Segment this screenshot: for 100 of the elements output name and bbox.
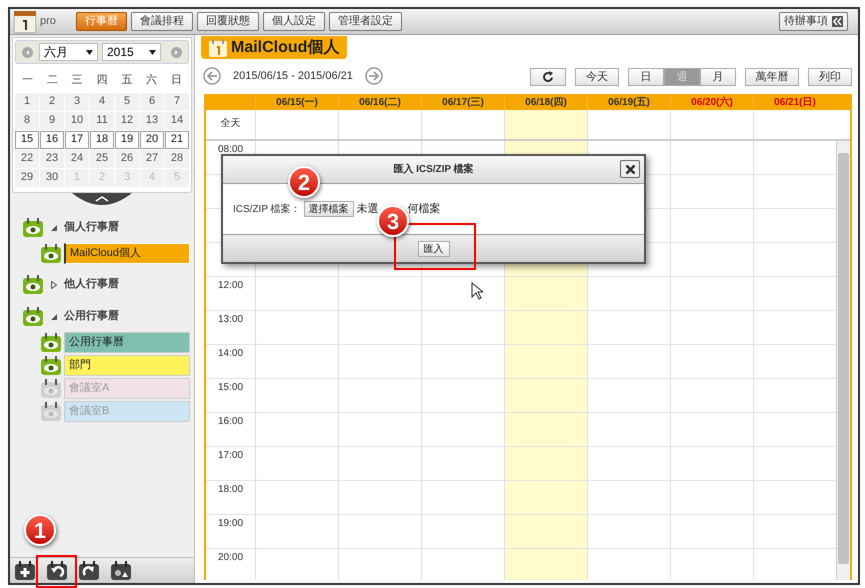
nav-tab[interactable]: 會議排程: [130, 12, 193, 31]
dropdown-caret-icon: [86, 50, 93, 54]
calendar-day[interactable]: 5: [115, 92, 139, 110]
calendar-day[interactable]: 25: [90, 150, 114, 168]
time-label: 20:00: [218, 551, 244, 565]
logo-text: pro: [40, 14, 56, 30]
calendar-day[interactable]: 11: [90, 112, 114, 130]
weekday-label: 二: [46, 73, 59, 88]
view-tab[interactable]: 月: [700, 68, 736, 86]
calendar-day[interactable]: 13: [140, 112, 164, 130]
export-calendar-icon[interactable]: [78, 560, 100, 580]
time-label: 15:00: [218, 381, 244, 395]
calendar-day[interactable]: 1: [15, 92, 39, 110]
calendar-day[interactable]: 27: [140, 150, 164, 168]
calendar-item[interactable]: 公用行事曆: [64, 332, 190, 353]
logo-icon: [14, 10, 36, 32]
nav-tab[interactable]: 回覆狀態: [196, 12, 259, 31]
calendar-day[interactable]: 20: [140, 130, 164, 148]
calendar-day[interactable]: 9: [40, 112, 64, 130]
scrollbar-thumb[interactable]: [838, 153, 849, 564]
share-calendar-icon[interactable]: [110, 560, 132, 580]
time-label: 14:00: [218, 347, 244, 361]
calendar-day[interactable]: 17: [65, 130, 89, 148]
time-label: 18:00: [218, 483, 244, 497]
dialog-title: 匯入 ICS/ZIP 檔案: [393, 162, 474, 177]
weekday-label: 四: [95, 73, 108, 88]
calendar-day[interactable]: 15: [15, 130, 39, 148]
next-week-icon[interactable]: [364, 67, 383, 85]
weekday-label: 日: [170, 73, 184, 88]
calendar-day[interactable]: 10: [65, 112, 89, 130]
calendar-day[interactable]: 22: [15, 150, 39, 168]
calendar-icon[interactable]: [40, 378, 62, 398]
calendar-day[interactable]: 8: [15, 112, 39, 130]
calendar-eye-icon[interactable]: [22, 274, 44, 294]
calendar-group-label[interactable]: 他人行事曆: [64, 276, 119, 293]
calendar-day[interactable]: 29: [15, 168, 39, 186]
calendar-day[interactable]: 3: [65, 92, 89, 110]
nav-tab[interactable]: 管理者設定: [328, 12, 402, 31]
calendar-day[interactable]: 19: [115, 130, 139, 148]
calendar-item[interactable]: 部門: [64, 355, 190, 376]
all-day-label: 全天: [220, 117, 240, 131]
calendar-eye-icon[interactable]: [22, 218, 44, 238]
expanded-triangle-icon[interactable]: [50, 312, 58, 320]
previous-week-icon[interactable]: [203, 67, 221, 85]
time-label: 13:00: [218, 313, 244, 327]
calendar-item[interactable]: MailCloud個人: [64, 243, 190, 264]
nav-tab[interactable]: 個人設定: [262, 12, 325, 31]
calendar-icon[interactable]: [40, 402, 62, 422]
date-range: 2015/06/15 - 2015/06/21: [233, 68, 353, 84]
close-button[interactable]: [620, 160, 640, 178]
calendar-group-label[interactable]: 公用行事曆: [64, 308, 119, 325]
calendar-day[interactable]: 2: [40, 92, 64, 110]
file-status-text: 未選: [356, 202, 379, 217]
calendar-day[interactable]: 18: [90, 130, 114, 148]
calendar-eye-icon[interactable]: [40, 356, 62, 376]
calendar-day[interactable]: 28: [165, 150, 189, 168]
double-chevron-icon: [832, 16, 843, 27]
calendar-day[interactable]: 21: [165, 130, 189, 148]
calendar-day[interactable]: 23: [40, 150, 64, 168]
calendar-eye-icon[interactable]: [40, 332, 62, 352]
view-tab[interactable]: 日: [628, 68, 664, 86]
import-button[interactable]: 匯入: [418, 240, 450, 256]
calendar-day[interactable]: 14: [165, 112, 189, 130]
calendar-day[interactable]: 4: [90, 92, 114, 110]
time-label: 08:00: [218, 143, 244, 157]
today-button[interactable]: 今天: [575, 68, 619, 86]
close-icon: [624, 164, 636, 174]
add-calendar-icon[interactable]: [14, 560, 36, 580]
time-label: 16:00: [218, 415, 244, 429]
calendar-day[interactable]: 30: [40, 168, 64, 186]
weekday-label: 五: [120, 73, 134, 88]
field-label: ICS/ZIP 檔案：: [233, 202, 301, 216]
calendar-eye-icon[interactable]: [22, 306, 44, 326]
collapse-tab-icon[interactable]: [72, 192, 132, 204]
weekday-label: 三: [70, 73, 84, 88]
calendar-group-label[interactable]: 個人行事曆: [64, 219, 119, 236]
collapsed-triangle-icon[interactable]: [50, 280, 58, 288]
calendar-title: MailCloud個人: [231, 38, 340, 58]
calendar-day[interactable]: 12: [115, 112, 139, 130]
calendar-day[interactable]: 16: [40, 130, 64, 148]
import-calendar-icon[interactable]: [46, 560, 68, 580]
calendar-eye-icon[interactable]: [40, 244, 62, 264]
calendar-day[interactable]: 26: [115, 150, 139, 168]
time-label: 19:00: [218, 517, 244, 531]
dropdown-caret-icon: [149, 50, 156, 54]
calendar-day[interactable]: 7: [165, 92, 189, 110]
weekday-label: 六: [145, 72, 158, 88]
choose-file-button[interactable]: 選擇檔案: [304, 201, 354, 217]
time-label: 17:00: [218, 449, 244, 463]
refresh-button[interactable]: [530, 68, 566, 86]
perpetual-calendar-button[interactable]: 萬年曆: [745, 68, 799, 86]
todo-button[interactable]: 待辦事項: [779, 12, 848, 31]
calendar-day[interactable]: 6: [140, 92, 164, 110]
expanded-triangle-icon[interactable]: [50, 224, 58, 232]
year-select[interactable]: 2015: [102, 43, 161, 61]
month-select[interactable]: 六月: [39, 43, 98, 61]
print-button[interactable]: 列印: [808, 68, 852, 86]
file-status-text: 何檔案: [408, 202, 441, 217]
calendar-day[interactable]: 24: [65, 150, 89, 168]
scrollbar[interactable]: [836, 141, 850, 580]
